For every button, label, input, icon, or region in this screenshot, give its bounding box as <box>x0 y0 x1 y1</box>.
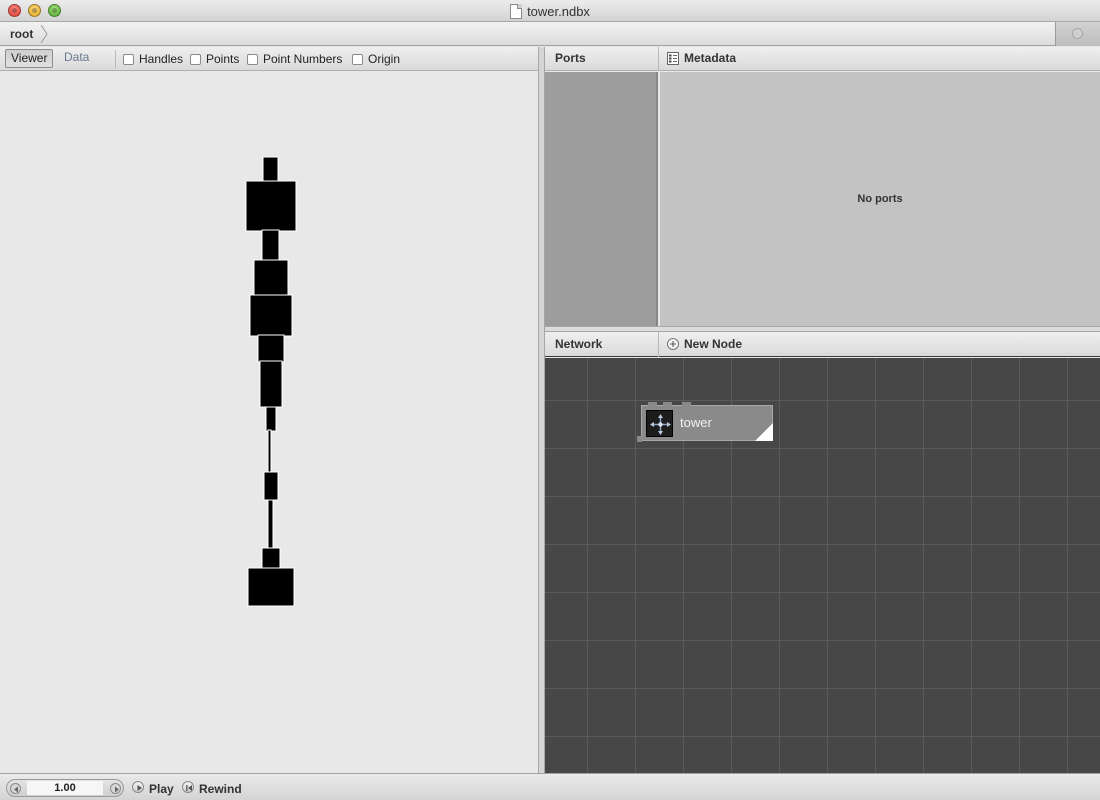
tower-block <box>245 180 297 232</box>
tower-block <box>247 567 295 607</box>
output-port[interactable] <box>637 436 642 442</box>
breadcrumb-separator-icon <box>40 25 48 43</box>
point-numbers-checkbox[interactable]: Point Numbers <box>247 52 342 66</box>
checkbox-box[interactable] <box>190 53 201 65</box>
chevron-left-icon <box>14 786 18 793</box>
tower-block <box>263 471 279 501</box>
checkbox-box[interactable] <box>247 53 258 65</box>
breadcrumb-root[interactable]: root <box>4 24 41 44</box>
node-tower[interactable]: tower <box>637 402 773 442</box>
no-ports-message: No ports <box>857 193 903 205</box>
points-checkbox[interactable]: Points <box>190 52 239 66</box>
header-divider <box>658 47 659 71</box>
play-label[interactable]: Play <box>149 782 174 796</box>
pathbar-action-button[interactable] <box>1055 22 1100 46</box>
header-divider <box>658 332 659 357</box>
frame-increment-button[interactable] <box>110 783 121 794</box>
new-node-button[interactable]: New Node <box>684 337 742 351</box>
frame-stepper[interactable]: 1.00 <box>6 779 124 797</box>
tower-block <box>262 156 279 183</box>
rendered-flag-icon <box>755 423 773 441</box>
point-numbers-label: Point Numbers <box>263 52 343 66</box>
chevron-right-icon <box>115 786 119 793</box>
rewind-button[interactable] <box>182 781 194 793</box>
tower-geometry <box>245 156 297 607</box>
viewer-toolbar: Viewer Data Handles Points Point Numbers… <box>0 47 538 71</box>
tower-block <box>267 499 274 549</box>
metadata-button[interactable]: Metadata <box>684 51 736 65</box>
path-bar: root <box>0 22 1100 46</box>
tower-block <box>261 547 281 569</box>
window-title: tower.ndbx <box>527 3 590 19</box>
bottom-bar: 1.00 Play Rewind <box>0 773 1100 800</box>
tower-block <box>249 294 293 337</box>
points-label: Points <box>206 52 240 66</box>
move-icon <box>646 410 673 437</box>
tab-viewer[interactable]: Viewer <box>5 49 54 68</box>
title-bar: tower.ndbx <box>0 0 1100 22</box>
plus-icon[interactable] <box>667 338 679 350</box>
ports-list <box>545 72 658 326</box>
document-icon <box>510 3 523 19</box>
viewer-canvas[interactable] <box>0 72 538 773</box>
ports-header: Ports Metadata <box>545 47 1100 71</box>
handles-checkbox[interactable]: Handles <box>123 52 183 66</box>
frame-value[interactable]: 1.00 <box>27 781 103 795</box>
input-port[interactable] <box>682 402 691 406</box>
checkbox-box[interactable] <box>352 53 363 65</box>
rewind-label[interactable]: Rewind <box>199 782 242 796</box>
ports-title: Ports <box>555 51 586 65</box>
frame-decrement-button[interactable] <box>10 783 21 794</box>
node-label: tower <box>680 415 712 430</box>
tower-block <box>261 229 280 261</box>
ports-editor: No ports <box>660 72 1100 326</box>
toolbar-divider <box>115 50 116 68</box>
handles-label: Handles <box>139 52 184 66</box>
network-header: Network New Node <box>545 332 1100 357</box>
play-button[interactable] <box>132 781 144 793</box>
tower-block <box>267 429 272 473</box>
network-canvas[interactable]: tower <box>545 358 1100 773</box>
tab-data[interactable]: Data <box>59 49 94 68</box>
circle-icon <box>1072 28 1083 39</box>
tower-block <box>257 334 285 363</box>
tower-block <box>265 406 277 432</box>
metadata-icon[interactable] <box>667 52 679 65</box>
origin-label: Origin <box>368 52 401 66</box>
rewind-icon <box>186 785 192 791</box>
checkbox-box[interactable] <box>123 53 134 65</box>
tower-block <box>259 360 283 408</box>
input-port[interactable] <box>663 402 672 406</box>
play-icon <box>137 785 142 791</box>
title-container: tower.ndbx <box>0 0 1100 22</box>
vertical-splitter[interactable] <box>538 47 545 773</box>
origin-checkbox[interactable]: Origin <box>352 52 400 66</box>
tower-block <box>253 259 289 296</box>
input-port[interactable] <box>648 402 657 406</box>
network-title: Network <box>555 337 603 351</box>
